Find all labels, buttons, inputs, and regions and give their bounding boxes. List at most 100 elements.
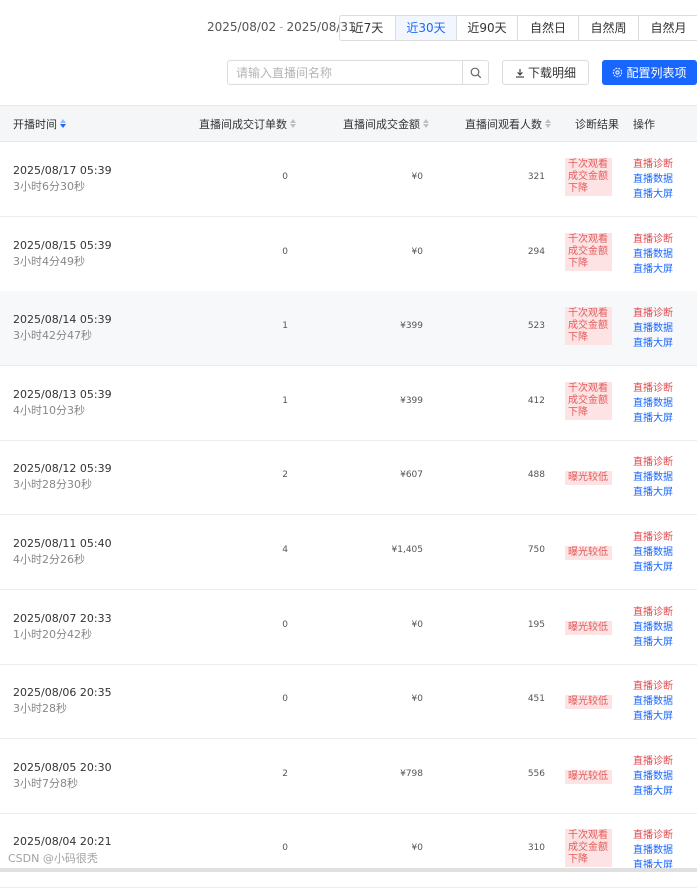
table-row: 2025/08/17 05:39 3小时6分30秒 0 ¥0 321 千次观看 成交金额 下降… [0, 142, 697, 217]
live-data-link[interactable]: 直播数据 [633, 694, 673, 709]
diagnosis-badge: 曝光较低 [565, 471, 612, 486]
period-natural-day-button[interactable]: 自然日 [517, 16, 578, 40]
live-data-link[interactable]: 直播数据 [633, 620, 673, 635]
live-data-link[interactable]: 直播数据 [633, 247, 673, 262]
table-row: 2025/08/05 20:30 3小时7分8秒 2 ¥798 556 曝光较低 直播诊断直… [0, 739, 697, 814]
viewers-cell: 321 [527, 172, 545, 182]
amount-cell: ¥0 [411, 172, 423, 182]
live-data-link[interactable]: 直播数据 [633, 769, 673, 784]
gear-icon [613, 67, 623, 78]
start-time: 2025/08/06 20:35 [13, 686, 112, 700]
live-data-link[interactable]: 直播数据 [633, 321, 673, 336]
diagnosis-line: 成交金额 [568, 171, 608, 182]
live-data-link[interactable]: 直播数据 [633, 470, 673, 485]
diagnosis-line: 曝光较低 [568, 770, 608, 782]
search-input[interactable] [228, 61, 462, 84]
orders-cell: 0 [282, 172, 288, 182]
start-time: 2025/08/13 05:39 [13, 387, 112, 401]
live-diagnosis-link[interactable]: 直播诊断 [633, 530, 673, 545]
period-7d-button[interactable]: 近7天 [340, 16, 395, 40]
header-amount[interactable]: 直播间成交金额 [343, 106, 429, 141]
duration: 3小时7分8秒 [13, 776, 78, 790]
download-button[interactable]: 下载明细 [502, 60, 589, 85]
period-natural-week-button[interactable]: 自然周 [578, 16, 638, 40]
start-time-cell: 2025/08/11 05:40 4小时2分26秒 [13, 536, 112, 568]
live-screen-link[interactable]: 直播大屏 [633, 635, 673, 650]
date-separator: - [279, 20, 284, 34]
start-time-cell: 2025/08/05 20:30 3小时7分8秒 [13, 760, 112, 792]
header-start-time[interactable]: 开播时间 [13, 106, 66, 141]
search-box [227, 60, 489, 85]
live-data-link[interactable]: 直播数据 [633, 843, 673, 858]
live-screen-link[interactable]: 直播大屏 [633, 784, 673, 799]
table-row: 2025/08/12 05:39 3小时28分30秒 2 ¥607 488 曝光较低 直播诊… [0, 440, 697, 516]
live-diagnosis-link[interactable]: 直播诊断 [633, 232, 673, 247]
live-screen-link[interactable]: 直播大屏 [633, 485, 673, 500]
live-screen-link[interactable]: 直播大屏 [633, 187, 673, 202]
table-row: 2025/08/13 05:39 4小时10分3秒 1 ¥399 412 千次观看 成交金额… [0, 366, 697, 441]
diagnosis-line: 曝光较低 [568, 696, 608, 708]
diagnosis-badge: 千次观看 成交金额 下降 [565, 381, 612, 420]
orders-cell: 1 [282, 321, 288, 332]
live-diagnosis-link[interactable]: 直播诊断 [633, 381, 673, 396]
diagnosis-line: 下降 [568, 332, 588, 344]
live-diagnosis-link[interactable]: 直播诊断 [633, 754, 673, 769]
viewers-cell: 294 [527, 246, 545, 257]
live-diagnosis-link[interactable]: 直播诊断 [633, 157, 673, 172]
sort-icon[interactable] [60, 119, 66, 128]
duration: 3小时28分30秒 [13, 478, 92, 492]
horizontal-scrollbar[interactable] [0, 868, 697, 872]
ops-cell: 直播诊断 直播数据 直播大屏 [633, 754, 673, 799]
start-time: 2025/08/05 20:30 [13, 760, 112, 774]
orders-cell: 1 [282, 395, 288, 406]
live-diagnosis-link[interactable]: 直播诊断 [633, 605, 673, 620]
start-time: 2025/08/14 05:39 [13, 313, 112, 327]
diagnosis-line: 曝光较低 [568, 472, 608, 484]
diagnosis-line: 成交金额 [568, 394, 608, 406]
header-ops: 操作 [633, 117, 655, 131]
start-time: 2025/08/15 05:39 [13, 238, 112, 252]
search-button[interactable] [462, 61, 488, 84]
orders-cell: 0 [282, 843, 288, 854]
live-diagnosis-link[interactable]: 直播诊断 [633, 306, 673, 321]
live-data-link[interactable]: 直播数据 [633, 545, 673, 560]
sort-icon[interactable] [423, 119, 429, 128]
ops-cell: 直播诊断 直播数据 直播大屏 [633, 828, 673, 873]
date-range[interactable]: 2025/08/02-2025/08/31 [207, 20, 356, 34]
live-data-link[interactable]: 直播数据 [633, 172, 673, 187]
orders-cell: 0 [282, 694, 288, 705]
header-viewers[interactable]: 直播间观看人数 [465, 106, 551, 141]
live-data-link[interactable]: 直播数据 [633, 396, 673, 411]
live-screen-link[interactable]: 直播大屏 [633, 709, 673, 724]
config-columns-button[interactable]: 配置列表项 [602, 60, 697, 85]
viewers-cell: 310 [527, 843, 545, 854]
live-screen-link[interactable]: 直播大屏 [633, 411, 673, 426]
period-90d-button[interactable]: 近90天 [456, 16, 517, 40]
diagnosis-badge: 曝光较低 [565, 620, 612, 635]
period-natural-month-button[interactable]: 自然月 [638, 16, 697, 40]
live-diagnosis-link[interactable]: 直播诊断 [633, 455, 673, 470]
diagnosis-line: 下降 [568, 183, 588, 194]
table-row: 2025/08/11 05:40 4小时2分26秒 4 ¥1,405 750 曝光较低 直播… [0, 515, 697, 590]
header-orders[interactable]: 直播间成交订单数 [199, 106, 296, 141]
sort-icon[interactable] [290, 119, 296, 128]
ops-cell: 直播诊断 直播数据 直播大屏 [633, 455, 673, 500]
amount-cell: ¥399 [400, 395, 423, 406]
amount-cell: ¥0 [411, 246, 423, 257]
table-row: 2025/08/06 20:35 3小时28秒 0 ¥0 451 曝光较低 直播诊断 直播数据… [0, 664, 697, 740]
start-time: 2025/08/07 20:33 [13, 611, 112, 625]
sort-icon[interactable] [545, 119, 551, 128]
period-30d-button[interactable]: 近30天 [395, 16, 456, 40]
viewers-cell: 451 [527, 694, 545, 705]
live-diagnosis-link[interactable]: 直播诊断 [633, 679, 673, 694]
table-row: 2025/08/04 20:21 0 ¥0 310 千次观看 成交金额 下降 直播诊断 直播数据… [0, 813, 697, 888]
live-screen-link[interactable]: 直播大屏 [633, 262, 673, 277]
live-screen-link[interactable]: 直播大屏 [633, 336, 673, 351]
live-screen-link[interactable]: 直播大屏 [633, 560, 673, 575]
amount-cell: ¥399 [400, 321, 423, 332]
diagnosis-badge: 千次观看 成交金额 下降 [565, 158, 612, 196]
duration: 3小时4分49秒 [13, 254, 85, 268]
duration: 3小时6分30秒 [13, 180, 85, 193]
start-time-cell: 2025/08/07 20:33 1小时20分42秒 [13, 611, 112, 643]
live-diagnosis-link[interactable]: 直播诊断 [633, 828, 673, 843]
